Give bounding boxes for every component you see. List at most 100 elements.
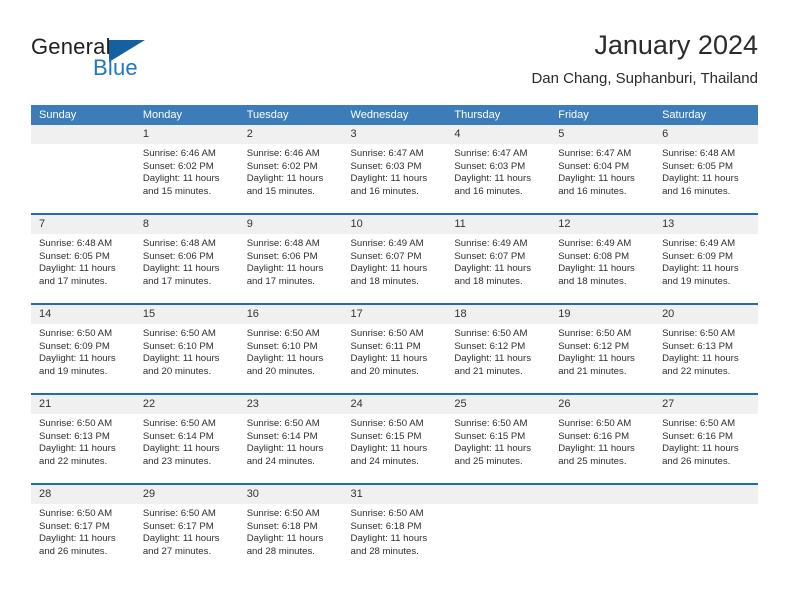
day-info-line: Daylight: 11 hours bbox=[39, 443, 116, 455]
day-info-line: and 18 minutes. bbox=[558, 275, 627, 287]
day-info-line: Daylight: 11 hours bbox=[662, 353, 739, 365]
day-info-line: Sunset: 6:02 PM bbox=[142, 160, 214, 172]
day-sun-info: Sunrise: 6:50 AM Sunset: 6:16 PM Daylight:… bbox=[654, 414, 758, 468]
day-info-line: Sunrise: 6:48 AM bbox=[662, 148, 736, 159]
day-info-line: Sunset: 6:05 PM bbox=[39, 250, 110, 262]
day-number: 25 bbox=[446, 395, 551, 414]
day-cell[interactable]: 6 Sunrise: 6:48 AM Sunset: 6:05 PM Daylight… bbox=[654, 125, 758, 213]
day-sun-info: Sunrise: 6:50 AM Sunset: 6:14 PM Daylight:… bbox=[135, 414, 239, 468]
day-info-line: Sunset: 6:03 PM bbox=[454, 160, 526, 172]
day-cell[interactable]: 4 Sunrise: 6:47 AM Sunset: 6:03 PM Daylight… bbox=[446, 125, 551, 213]
day-info-line: Daylight: 11 hours bbox=[142, 263, 220, 275]
day-info-line: and 17 minutes. bbox=[39, 275, 108, 287]
day-sun-info: Sunrise: 6:49 AM Sunset: 6:07 PM Daylight:… bbox=[446, 234, 550, 288]
day-info-line: Sunrise: 6:50 AM bbox=[246, 328, 320, 339]
day-info-line: Sunrise: 6:50 AM bbox=[246, 418, 320, 429]
day-cell[interactable]: 20 Sunrise: 6:50 AM Sunset: 6:13 PM Dayligh… bbox=[654, 305, 758, 393]
day-cell[interactable]: 21 Sunrise: 6:50 AM Sunset: 6:13 PM Dayligh… bbox=[31, 395, 135, 483]
day-info-line: and 16 minutes. bbox=[454, 185, 523, 197]
day-info-line: Sunset: 6:07 PM bbox=[454, 250, 526, 262]
day-cell[interactable]: 28 Sunrise: 6:50 AM Sunset: 6:17 PM Dayligh… bbox=[31, 485, 135, 573]
day-cell[interactable]: 26 Sunrise: 6:50 AM Sunset: 6:16 PM Dayligh… bbox=[550, 395, 655, 483]
day-cell[interactable]: 19 Sunrise: 6:50 AM Sunset: 6:12 PM Dayligh… bbox=[550, 305, 655, 393]
day-info-line: Sunset: 6:13 PM bbox=[662, 340, 733, 352]
day-cell[interactable]: 15 Sunrise: 6:50 AM Sunset: 6:10 PM Dayligh… bbox=[134, 305, 239, 393]
general-blue-logo[interactable]: General Blue bbox=[31, 34, 261, 92]
day-cell[interactable]: 25 Sunrise: 6:50 AM Sunset: 6:15 PM Dayligh… bbox=[446, 395, 551, 483]
day-cell-empty bbox=[31, 125, 135, 213]
day-info-line: Sunrise: 6:49 AM bbox=[454, 238, 528, 249]
day-info-line: Daylight: 11 hours bbox=[662, 173, 739, 185]
day-info-line: Sunrise: 6:50 AM bbox=[558, 418, 632, 429]
day-sun-info: Sunrise: 6:49 AM Sunset: 6:07 PM Daylight:… bbox=[343, 234, 447, 288]
day-info-line: Sunrise: 6:50 AM bbox=[662, 418, 736, 429]
day-info-line: Sunrise: 6:50 AM bbox=[142, 328, 216, 339]
day-cell[interactable]: 31 Sunrise: 6:50 AM Sunset: 6:18 PM Dayligh… bbox=[342, 485, 447, 573]
day-sun-info: Sunrise: 6:50 AM Sunset: 6:15 PM Daylight:… bbox=[446, 414, 550, 468]
day-cell[interactable]: 7 Sunrise: 6:48 AM Sunset: 6:05 PM Daylight… bbox=[31, 215, 135, 303]
day-number: 8 bbox=[134, 215, 239, 234]
day-info-line: and 17 minutes. bbox=[142, 275, 212, 287]
day-cell[interactable]: 10 Sunrise: 6:49 AM Sunset: 6:07 PM Dayligh… bbox=[342, 215, 447, 303]
day-number: 5 bbox=[550, 125, 655, 144]
day-cell[interactable]: 8 Sunrise: 6:48 AM Sunset: 6:06 PM Daylight… bbox=[134, 215, 239, 303]
day-info-line: Daylight: 11 hours bbox=[558, 353, 635, 365]
day-info-line: Sunset: 6:09 PM bbox=[662, 250, 733, 262]
day-number: 9 bbox=[238, 215, 343, 234]
day-info-line: Daylight: 11 hours bbox=[662, 443, 739, 455]
day-number: 3 bbox=[342, 125, 447, 144]
day-number: 22 bbox=[134, 395, 239, 414]
day-info-line: and 26 minutes. bbox=[39, 545, 108, 557]
day-info-line: and 22 minutes. bbox=[662, 365, 731, 377]
day-info-line: and 27 minutes. bbox=[142, 545, 212, 557]
day-cell[interactable]: 23 Sunrise: 6:50 AM Sunset: 6:14 PM Dayligh… bbox=[238, 395, 343, 483]
day-info-line: Sunset: 6:09 PM bbox=[39, 340, 110, 352]
day-cell[interactable]: 22 Sunrise: 6:50 AM Sunset: 6:14 PM Dayligh… bbox=[134, 395, 239, 483]
day-info-line: and 25 minutes. bbox=[454, 455, 523, 467]
day-info-line: Sunset: 6:14 PM bbox=[246, 430, 318, 442]
day-cell[interactable]: 27 Sunrise: 6:50 AM Sunset: 6:16 PM Dayligh… bbox=[654, 395, 758, 483]
day-info-line: Sunset: 6:10 PM bbox=[246, 340, 318, 352]
day-cell[interactable]: 18 Sunrise: 6:50 AM Sunset: 6:12 PM Dayligh… bbox=[446, 305, 551, 393]
day-info-line: Sunrise: 6:48 AM bbox=[246, 238, 320, 249]
day-cell[interactable]: 24 Sunrise: 6:50 AM Sunset: 6:15 PM Dayligh… bbox=[342, 395, 447, 483]
day-number: 12 bbox=[550, 215, 655, 234]
day-info-line: Daylight: 11 hours bbox=[39, 353, 116, 365]
day-cell[interactable]: 3 Sunrise: 6:47 AM Sunset: 6:03 PM Daylight… bbox=[342, 125, 447, 213]
day-info-line: Sunrise: 6:50 AM bbox=[662, 328, 736, 339]
day-cell-empty bbox=[550, 485, 655, 573]
day-info-line: Daylight: 11 hours bbox=[454, 263, 531, 275]
day-number: 14 bbox=[31, 305, 135, 324]
day-cell[interactable]: 5 Sunrise: 6:47 AM Sunset: 6:04 PM Daylight… bbox=[550, 125, 655, 213]
day-info-line: Daylight: 11 hours bbox=[350, 263, 428, 275]
day-cell[interactable]: 14 Sunrise: 6:50 AM Sunset: 6:09 PM Dayligh… bbox=[31, 305, 135, 393]
day-cell[interactable]: 30 Sunrise: 6:50 AM Sunset: 6:18 PM Dayligh… bbox=[238, 485, 343, 573]
day-number: 10 bbox=[342, 215, 447, 234]
day-info-line: and 24 minutes. bbox=[350, 455, 419, 467]
day-cell[interactable]: 9 Sunrise: 6:48 AM Sunset: 6:06 PM Daylight… bbox=[238, 215, 343, 303]
week-row: 28 Sunrise: 6:50 AM Sunset: 6:17 PM Dayligh… bbox=[31, 483, 758, 573]
day-info-line: Daylight: 11 hours bbox=[454, 173, 531, 185]
day-info-line: Sunrise: 6:48 AM bbox=[39, 238, 113, 249]
day-info-line: and 16 minutes. bbox=[558, 185, 627, 197]
day-info-line: Daylight: 11 hours bbox=[350, 533, 428, 545]
day-info-line: Daylight: 11 hours bbox=[39, 263, 116, 275]
day-info-line: Sunset: 6:04 PM bbox=[558, 160, 630, 172]
day-sun-info: Sunrise: 6:49 AM Sunset: 6:08 PM Daylight:… bbox=[550, 234, 654, 288]
weekday-header-tuesday: Tuesday bbox=[246, 109, 289, 121]
day-info-line: and 18 minutes. bbox=[454, 275, 523, 287]
day-cell[interactable]: 16 Sunrise: 6:50 AM Sunset: 6:10 PM Dayligh… bbox=[238, 305, 343, 393]
weekday-header-saturday: Saturday bbox=[662, 109, 707, 121]
day-info-line: and 19 minutes. bbox=[662, 275, 731, 287]
day-cell[interactable]: 2 Sunrise: 6:46 AM Sunset: 6:02 PM Daylight… bbox=[238, 125, 343, 213]
day-cell[interactable]: 12 Sunrise: 6:49 AM Sunset: 6:08 PM Dayligh… bbox=[550, 215, 655, 303]
day-cell[interactable]: 11 Sunrise: 6:49 AM Sunset: 6:07 PM Dayligh… bbox=[446, 215, 551, 303]
day-info-line: Sunrise: 6:47 AM bbox=[558, 148, 632, 159]
day-cell[interactable]: 1 Sunrise: 6:46 AM Sunset: 6:02 PM Daylight… bbox=[134, 125, 239, 213]
day-cell[interactable]: 17 Sunrise: 6:50 AM Sunset: 6:11 PM Dayligh… bbox=[342, 305, 447, 393]
day-info-line: Sunrise: 6:47 AM bbox=[350, 148, 424, 159]
day-cell[interactable]: 13 Sunrise: 6:49 AM Sunset: 6:09 PM Dayligh… bbox=[654, 215, 758, 303]
day-sun-info: Sunrise: 6:50 AM Sunset: 6:18 PM Daylight:… bbox=[239, 504, 343, 558]
day-info-line: Sunset: 6:07 PM bbox=[350, 250, 422, 262]
day-cell[interactable]: 29 Sunrise: 6:50 AM Sunset: 6:17 PM Dayligh… bbox=[134, 485, 239, 573]
